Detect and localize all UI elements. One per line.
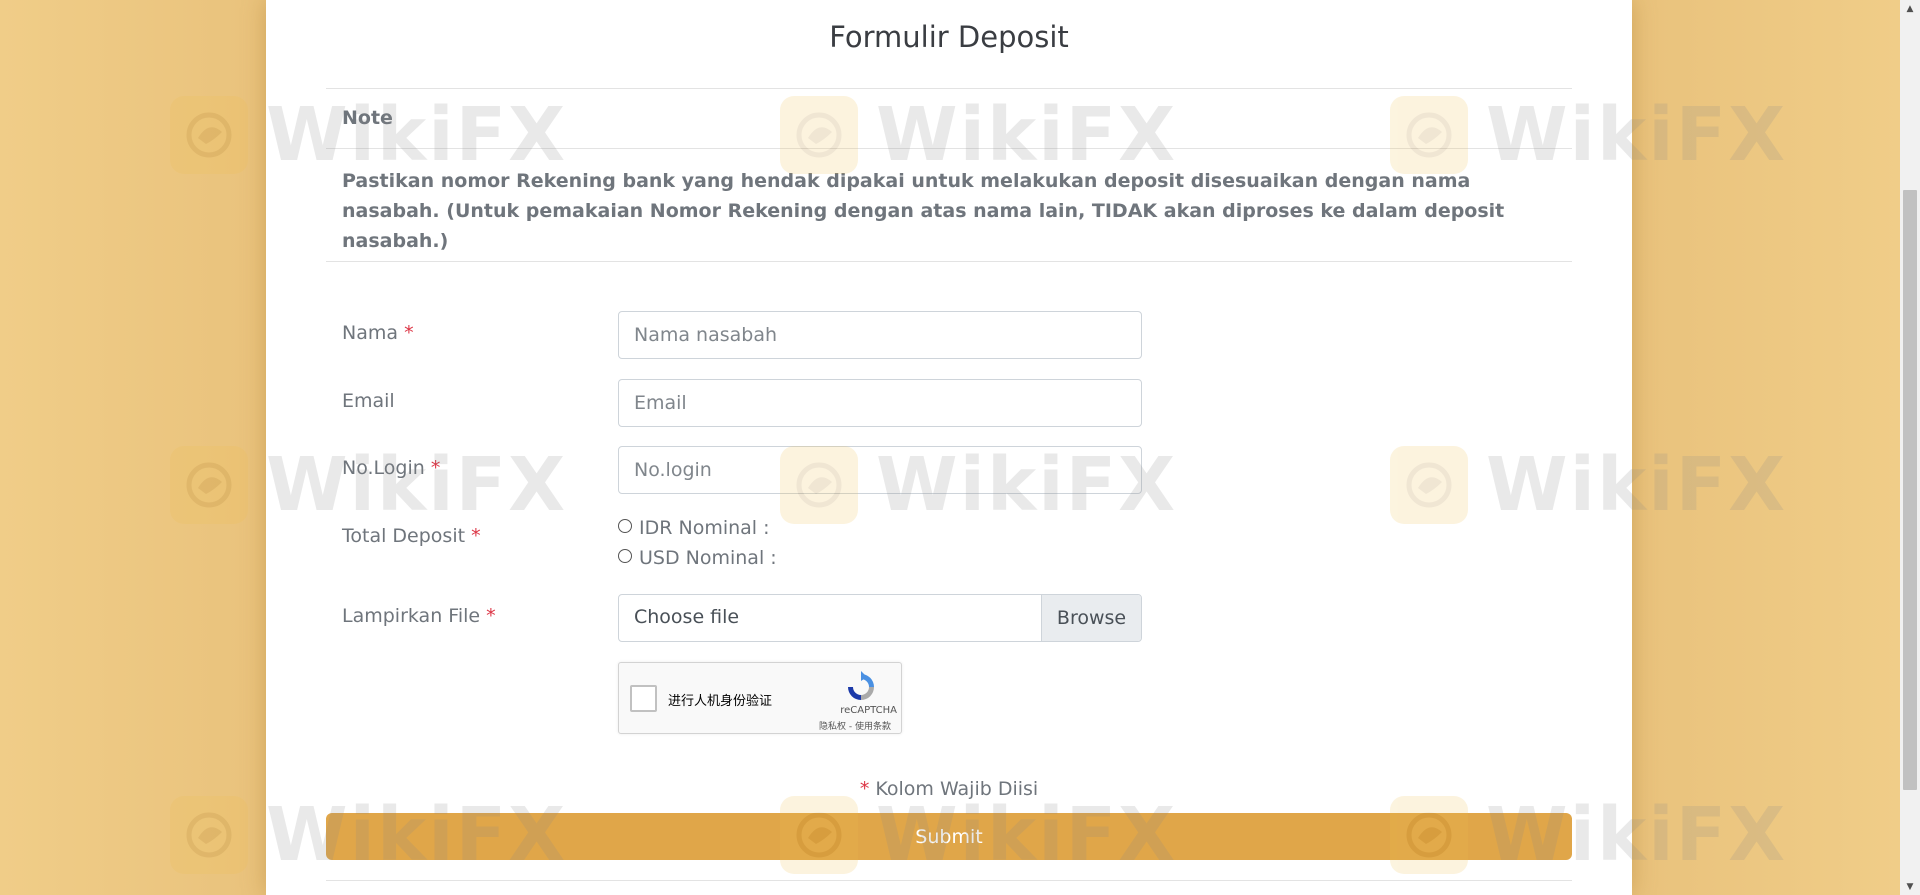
- required-note: * Kolom Wajib Diisi: [266, 778, 1632, 800]
- scrollbar-thumb[interactable]: [1903, 190, 1917, 790]
- file-input[interactable]: Choose file Browse: [618, 594, 1142, 642]
- radio-idr-label: IDR Nominal :: [639, 517, 770, 539]
- login-label: No.Login *: [342, 457, 440, 479]
- recaptcha-widget: 进行人机身份验证 reCAPTCHA 隐私权 - 使用条款: [618, 662, 902, 734]
- required-mark: *: [471, 525, 481, 547]
- deposit-form-card: Formulir Deposit Note Pastikan nomor Rek…: [266, 0, 1632, 895]
- radio-usd-circle[interactable]: [618, 549, 632, 563]
- radio-idr[interactable]: IDR Nominal :: [618, 517, 770, 539]
- scroll-up-icon[interactable]: ▲: [1900, 0, 1920, 17]
- recaptcha-brand: reCAPTCHA: [840, 705, 897, 716]
- divider: [326, 88, 1572, 89]
- login-input[interactable]: [618, 446, 1142, 494]
- deposit-label: Total Deposit *: [342, 525, 481, 547]
- required-mark: *: [404, 322, 414, 344]
- note-text: Pastikan nomor Rekening bank yang hendak…: [342, 170, 1505, 252]
- note-label: Note: [342, 107, 393, 129]
- login-label-text: No.Login: [342, 457, 425, 479]
- page-background-right: [1632, 0, 1900, 895]
- scroll-down-icon[interactable]: ▼: [1900, 878, 1920, 895]
- scrollbar[interactable]: ▲ ▼: [1900, 0, 1920, 895]
- required-mark: *: [430, 457, 441, 479]
- file-input-text: Choose file: [634, 606, 740, 628]
- divider: [326, 880, 1572, 881]
- recaptcha-label: 进行人机身份验证: [668, 694, 773, 709]
- recaptcha-links[interactable]: 隐私权 - 使用条款: [819, 719, 891, 732]
- nama-input[interactable]: [618, 311, 1142, 359]
- nama-label-text: Nama: [342, 322, 399, 344]
- nama-label: Nama *: [342, 322, 414, 344]
- recaptcha-checkbox[interactable]: [630, 685, 657, 712]
- file-label-text: Lampirkan File: [342, 605, 481, 627]
- recaptcha-logo-icon: [848, 671, 874, 700]
- required-note-text: Kolom Wajib Diisi: [875, 778, 1039, 800]
- divider: [326, 261, 1572, 262]
- radio-usd-label: USD Nominal :: [639, 547, 777, 569]
- submit-button[interactable]: Submit: [326, 813, 1572, 860]
- required-mark: *: [486, 605, 496, 627]
- deposit-label-text: Total Deposit: [342, 525, 466, 547]
- email-input[interactable]: [618, 379, 1142, 427]
- radio-idr-circle[interactable]: [618, 519, 632, 533]
- divider: [326, 148, 1572, 149]
- email-label-text: Email: [342, 390, 395, 412]
- page-background-left: [0, 0, 266, 895]
- email-label: Email: [342, 390, 395, 412]
- browse-button[interactable]: Browse: [1041, 595, 1141, 641]
- required-mark: *: [859, 778, 870, 800]
- file-label: Lampirkan File *: [342, 605, 496, 627]
- page-title: Formulir Deposit: [829, 20, 1069, 54]
- radio-usd[interactable]: USD Nominal :: [618, 547, 777, 569]
